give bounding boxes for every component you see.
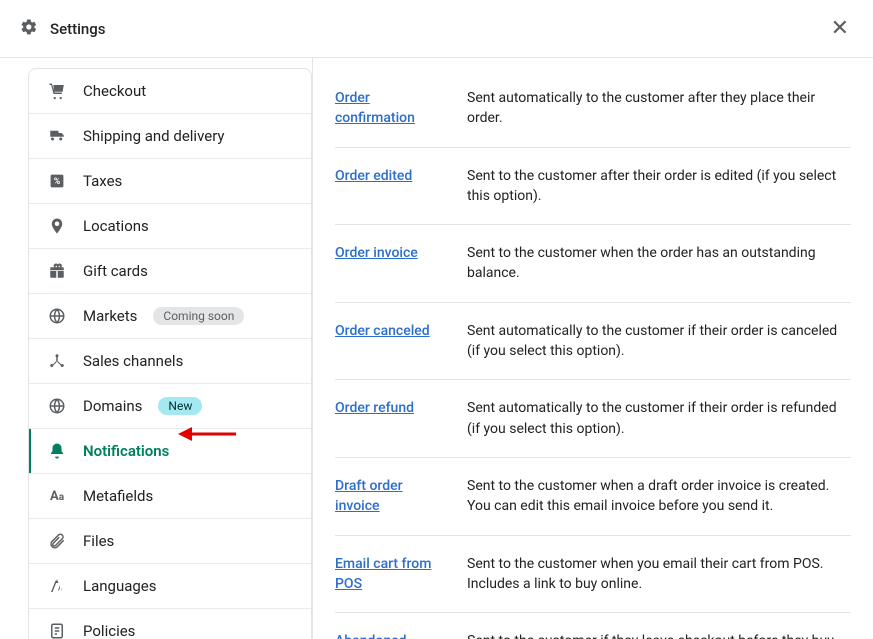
notification-name: Order confirmation	[335, 88, 447, 129]
gear-icon	[20, 18, 38, 40]
sidebar-item-label: Policies	[83, 622, 135, 639]
pin-icon	[47, 216, 67, 236]
notification-row: Email cart from POS Sent to the customer …	[335, 536, 851, 614]
sidebar: Checkout Shipping and delivery% Taxes Locat…	[0, 58, 312, 639]
sidebar-item-notifications[interactable]: Notifications	[29, 429, 311, 474]
policy-icon	[47, 621, 67, 639]
notification-desc: Sent to the customer when you email thei…	[467, 554, 851, 595]
globe-icon	[47, 396, 67, 416]
notification-desc: Sent automatically to the customer after…	[467, 88, 851, 129]
notification-name: Order invoice	[335, 243, 447, 284]
sidebar-item-label: Notifications	[83, 442, 169, 460]
notification-row: Abandoned checkout Sent to the customer i…	[335, 613, 851, 639]
notification-row: Order edited Sent to the customer after t…	[335, 148, 851, 226]
channels-icon	[47, 351, 67, 371]
notification-row: Order invoice Sent to the customer when t…	[335, 225, 851, 303]
sidebar-item-label: Shipping and delivery	[83, 127, 225, 145]
globe-icon	[47, 306, 67, 326]
bell-icon	[47, 441, 67, 461]
notification-link[interactable]: Email cart from POS	[335, 556, 431, 592]
notification-name: Email cart from POS	[335, 554, 447, 595]
gift-icon	[47, 261, 67, 281]
sidebar-item-policies[interactable]: Policies	[29, 609, 311, 639]
sidebar-item-label: Metafields	[83, 487, 153, 505]
notification-desc: Sent automatically to the customer if th…	[467, 321, 851, 362]
content-panel: Order confirmation Sent automatically to …	[312, 58, 873, 639]
sidebar-item-languages[interactable]: Languages	[29, 564, 311, 609]
sidebar-item-sales-channels[interactable]: Sales channels	[29, 339, 311, 384]
notification-link[interactable]: Order edited	[335, 168, 412, 184]
sidebar-item-locations[interactable]: Locations	[29, 204, 311, 249]
notification-link[interactable]: Order refund	[335, 400, 414, 416]
sidebar-item-domains[interactable]: Domains New	[29, 384, 311, 429]
notification-name: Order edited	[335, 166, 447, 207]
sidebar-item-label: Domains	[83, 397, 142, 415]
notification-name: Draft order invoice	[335, 476, 447, 517]
notification-desc: Sent to the customer when the order has …	[467, 243, 851, 284]
sidebar-item-label: Checkout	[83, 82, 146, 100]
notification-row: Order refund Sent automatically to the cu…	[335, 380, 851, 458]
sidebar-item-label: Sales channels	[83, 352, 183, 370]
notification-desc: Sent to the customer if they leave check…	[467, 631, 851, 639]
notification-row: Order canceled Sent automatically to the …	[335, 303, 851, 381]
notification-desc: Sent to the customer when a draft order …	[467, 476, 851, 517]
close-icon[interactable]: ✕	[827, 12, 853, 45]
badge: Coming soon	[153, 307, 244, 325]
notification-link[interactable]: Order confirmation	[335, 90, 415, 126]
notification-link[interactable]: Order invoice	[335, 245, 418, 261]
notification-link[interactable]: Abandoned checkout	[335, 633, 407, 639]
header-left: Settings	[20, 18, 106, 40]
truck-icon	[47, 126, 67, 146]
sidebar-item-files[interactable]: Files	[29, 519, 311, 564]
lang-icon	[47, 576, 67, 596]
main: Checkout Shipping and delivery% Taxes Locat…	[0, 58, 873, 639]
notification-row: Order confirmation Sent automatically to …	[335, 88, 851, 148]
sidebar-item-shipping-and-delivery[interactable]: Shipping and delivery	[29, 114, 311, 159]
sidebar-item-label: Taxes	[83, 172, 122, 190]
cart-icon	[47, 81, 67, 101]
sidebar-item-label: Languages	[83, 577, 157, 595]
notification-link[interactable]: Order canceled	[335, 323, 430, 339]
notification-name: Order canceled	[335, 321, 447, 362]
notification-row: Draft order invoice Sent to the customer …	[335, 458, 851, 536]
notification-name: Abandoned checkout	[335, 631, 447, 639]
notification-desc: Sent automatically to the customer if th…	[467, 398, 851, 439]
percent-icon: %	[47, 171, 67, 191]
sidebar-item-taxes[interactable]: % Taxes	[29, 159, 311, 204]
sidebar-item-label: Files	[83, 532, 114, 550]
aa-icon: Aa	[47, 486, 67, 506]
badge: New	[158, 397, 202, 415]
sidebar-card: Checkout Shipping and delivery% Taxes Locat…	[28, 68, 312, 639]
notification-name: Order refund	[335, 398, 447, 439]
settings-header: Settings ✕	[0, 0, 873, 58]
clip-icon	[47, 531, 67, 551]
sidebar-item-gift-cards[interactable]: Gift cards	[29, 249, 311, 294]
sidebar-item-metafields[interactable]: Aa Metafields	[29, 474, 311, 519]
svg-text:%: %	[54, 177, 61, 187]
page-title: Settings	[50, 20, 106, 38]
notification-desc: Sent to the customer after their order i…	[467, 166, 851, 207]
sidebar-item-label: Markets	[83, 307, 137, 325]
sidebar-item-label: Gift cards	[83, 262, 148, 280]
sidebar-item-markets[interactable]: Markets Coming soon	[29, 294, 311, 339]
sidebar-item-label: Locations	[83, 217, 149, 235]
sidebar-item-checkout[interactable]: Checkout	[29, 69, 311, 114]
notification-link[interactable]: Draft order invoice	[335, 478, 403, 514]
